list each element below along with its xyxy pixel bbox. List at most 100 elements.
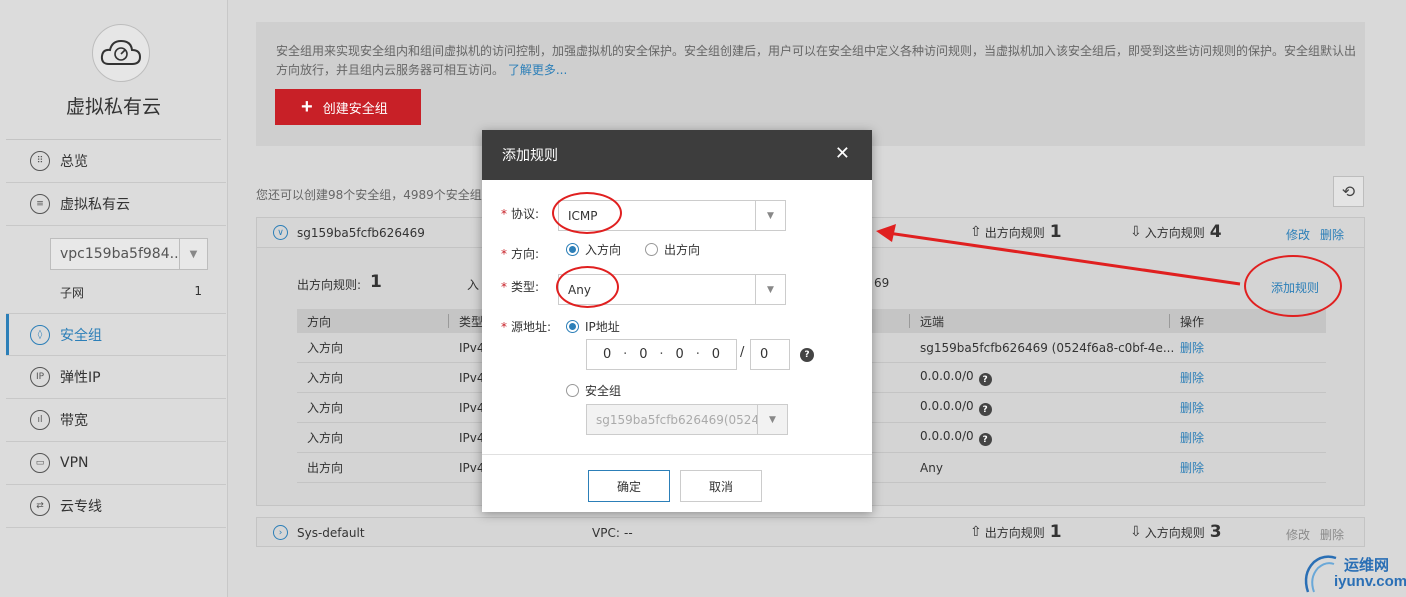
- subnet-label: 子网: [60, 286, 85, 300]
- type-select[interactable]: Any ▼: [558, 274, 786, 305]
- row-direction: 出方向: [307, 461, 344, 475]
- mask-input[interactable]: 0: [750, 339, 790, 370]
- protocol-select[interactable]: ICMP ▼: [558, 200, 786, 231]
- col-direction: 方向: [307, 314, 332, 329]
- sidebar-item-label: 弹性IP: [60, 370, 101, 386]
- security-group-select-value: sg159ba5fcfb626469(0524...: [596, 412, 757, 427]
- inbound-count: 3: [1209, 522, 1222, 542]
- row-direction: 入方向: [307, 401, 344, 415]
- edit-link[interactable]: 修改: [1286, 226, 1310, 243]
- cancel-button[interactable]: 取消: [680, 470, 762, 502]
- direction-inbound-radio[interactable]: 入方向: [566, 241, 621, 258]
- dialog-footer: 确定 取消: [482, 454, 872, 512]
- sidebar-item-vpn[interactable]: ▭ VPN: [6, 442, 226, 485]
- source-security-group-radio[interactable]: 安全组: [566, 382, 621, 399]
- chevron-down-icon: ▼: [755, 275, 785, 304]
- row-direction: 入方向: [307, 371, 344, 385]
- create-security-group-button[interactable]: + 创建安全组: [275, 89, 421, 125]
- dialog-header: 添加规则 ✕: [482, 130, 872, 180]
- direction-outbound-radio[interactable]: 出方向: [645, 241, 700, 258]
- row-type: IPv4: [459, 430, 485, 445]
- learn-more-link[interactable]: 了解更多...: [508, 63, 567, 77]
- row-type: IPv4: [459, 400, 485, 415]
- sidebar-item-security-group[interactable]: ◊ 安全组: [6, 313, 226, 356]
- edit-link[interactable]: 修改: [1286, 526, 1310, 543]
- intro-panel: 安全组用来实现安全组内和组间虚拟机的访问控制，加强虚拟机的安全保护。安全组创建后…: [256, 22, 1365, 146]
- col-remote: 远端: [920, 314, 945, 329]
- help-icon[interactable]: ?: [978, 373, 992, 387]
- row-delete-link[interactable]: 删除: [1180, 429, 1204, 446]
- sidebar-item-bandwidth[interactable]: ıl 带宽: [6, 399, 226, 442]
- close-icon[interactable]: ✕: [835, 145, 850, 163]
- sidebar-item-label: VPN: [60, 455, 89, 471]
- outbound-label: 出方向规则: [984, 525, 1045, 540]
- source-ip-radio[interactable]: IP地址: [566, 318, 620, 335]
- refresh-button[interactable]: ⟲: [1333, 176, 1364, 207]
- create-button-label: 创建安全组: [322, 100, 388, 116]
- ip-address-input[interactable]: 0 · 0 · 0 · 0: [586, 339, 737, 370]
- direction-label: * 方向:: [501, 247, 540, 261]
- ip-icon: IP: [30, 367, 50, 387]
- vpn-icon: ▭: [30, 453, 50, 473]
- col-action: 操作: [1180, 314, 1205, 329]
- sidebar-item-eip[interactable]: IP 弹性IP: [6, 356, 226, 399]
- row-delete-link[interactable]: 删除: [1180, 399, 1204, 416]
- protocol-label: * 协议:: [501, 207, 540, 221]
- direct-connect-icon: ⇄: [30, 496, 50, 516]
- vpc-value: --: [624, 526, 633, 540]
- security-group-name: sg159ba5fcfb626469: [297, 226, 425, 240]
- delete-link[interactable]: 删除: [1320, 526, 1344, 543]
- row-remote: sg159ba5fcfb626469 (0524f6a8-c0bf-4e...: [920, 340, 1175, 355]
- mask-value: 0: [760, 347, 769, 362]
- radio-checked-icon: [566, 243, 579, 256]
- row-delete-link[interactable]: 删除: [1180, 459, 1204, 476]
- row-remote: 0.0.0.0/0: [920, 428, 974, 443]
- chevron-down-icon: ▼: [755, 201, 785, 230]
- row-type: IPv4: [459, 370, 485, 385]
- watermark-cn: 运维网: [1344, 556, 1390, 574]
- dialog-title: 添加规则: [502, 148, 558, 164]
- protocol-select-value: ICMP: [568, 208, 598, 223]
- row-delete-link[interactable]: 删除: [1180, 339, 1204, 356]
- subnet-count: 1: [194, 284, 202, 298]
- intro-description: 安全组用来实现安全组内和组间虚拟机的访问控制，加强虚拟机的安全保护。安全组创建后…: [276, 44, 1357, 77]
- shield-icon: ◊: [30, 324, 50, 345]
- sidebar-item-overview[interactable]: ⠿ 总览: [6, 140, 226, 183]
- mask-separator: /: [740, 345, 745, 360]
- chevron-right-icon[interactable]: ›: [273, 525, 288, 540]
- summary-outbound-count: 1: [370, 272, 382, 292]
- ip-octet: 0: [602, 347, 612, 362]
- overview-icon: ⠿: [30, 151, 50, 171]
- watermark: 运维网 iyunv.com: [1300, 552, 1406, 596]
- vpc-select[interactable]: vpc159ba5f984... ▼: [50, 238, 208, 270]
- add-rule-link[interactable]: 添加规则: [1271, 279, 1319, 296]
- row-delete-link[interactable]: 删除: [1180, 369, 1204, 386]
- row-direction: 入方向: [307, 341, 344, 355]
- radio-label: 入方向: [585, 243, 622, 257]
- arrow-down-icon: ⇩: [1130, 524, 1142, 540]
- row-type: IPv4: [459, 340, 485, 355]
- security-group-select[interactable]: sg159ba5fcfb626469(0524... ▼: [586, 404, 788, 435]
- confirm-button[interactable]: 确定: [588, 470, 670, 502]
- chevron-down-icon: ▼: [757, 405, 787, 434]
- sidebar-item-label: 总览: [60, 154, 88, 170]
- watermark-en: iyunv.com: [1334, 573, 1406, 590]
- sidebar-item-vpc[interactable]: ≡ 虚拟私有云: [6, 183, 226, 226]
- radio-label: 安全组: [585, 384, 622, 398]
- delete-link[interactable]: 删除: [1320, 226, 1344, 243]
- chevron-down-icon[interactable]: ∨: [273, 225, 288, 240]
- cloud-logo-icon: [92, 24, 150, 82]
- brand-title: 虚拟私有云: [65, 96, 161, 118]
- security-group-panel-collapsed[interactable]: › Sys-default VPC: -- ⇧ 出方向规则 1 ⇩ 入方向规则 …: [256, 517, 1365, 547]
- type-select-value: Any: [568, 282, 591, 297]
- radio-label: IP地址: [585, 320, 620, 334]
- ip-octet: 0: [639, 347, 648, 362]
- subnet-row[interactable]: 子网 1: [60, 284, 202, 301]
- plus-icon: +: [301, 96, 313, 118]
- help-icon[interactable]: ?: [978, 433, 992, 447]
- help-icon[interactable]: ?: [800, 348, 814, 362]
- radio-unchecked-icon: [566, 384, 579, 397]
- sidebar-item-direct-connect[interactable]: ⇄ 云专线: [6, 485, 226, 528]
- arrow-up-icon: ⇧: [970, 524, 982, 540]
- help-icon[interactable]: ?: [978, 403, 992, 417]
